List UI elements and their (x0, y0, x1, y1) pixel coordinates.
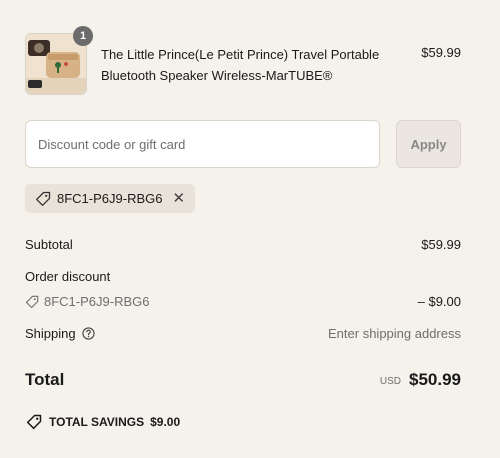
total-savings-value: $9.00 (150, 415, 181, 429)
tag-icon (25, 414, 43, 430)
subtotal-label: Subtotal (25, 237, 73, 252)
order-discount-code: 8FC1-P6J9-RBG6 (25, 294, 149, 309)
total-savings: TOTAL SAVINGS $9.00 (25, 414, 180, 430)
discount-field[interactable] (25, 120, 380, 168)
apply-button[interactable]: Apply (396, 120, 461, 168)
help-icon[interactable] (81, 327, 95, 340)
order-discount-label: Order discount (25, 269, 111, 284)
total-label: Total (25, 370, 65, 389)
shipping-value: Enter shipping address (328, 326, 461, 341)
subtotal-value: $59.99 (421, 237, 461, 252)
total-currency: USD (379, 376, 401, 387)
order-discount-value: – $9.00 (417, 294, 461, 309)
total-savings-label: TOTAL SAVINGS (49, 415, 145, 429)
applied-discount-code: 8FC1-P6J9-RBG6 (57, 191, 163, 206)
tag-icon (35, 191, 51, 207)
shipping-label-group: Shipping (25, 326, 95, 341)
product-name: The Little Prince(Le Petit Prince) Trave… (101, 47, 380, 83)
close-icon[interactable]: ✕ (172, 191, 185, 206)
product-price: $59.99 (421, 45, 461, 60)
tag-icon (25, 295, 39, 309)
order-discount-code-text: 8FC1-P6J9-RBG6 (44, 294, 150, 309)
order-line-item: 1 The Little Prince(Le Petit Prince) Tra… (25, 26, 461, 97)
total-row: Total USD $50.99 (25, 368, 461, 394)
shipping-label: Shipping (25, 326, 76, 341)
discount-code-input[interactable] (26, 121, 379, 167)
quantity-badge: 1 (73, 26, 93, 46)
applied-discount-chip: 8FC1-P6J9-RBG6 ✕ (25, 184, 196, 213)
total-amount: $50.99 (409, 370, 461, 389)
